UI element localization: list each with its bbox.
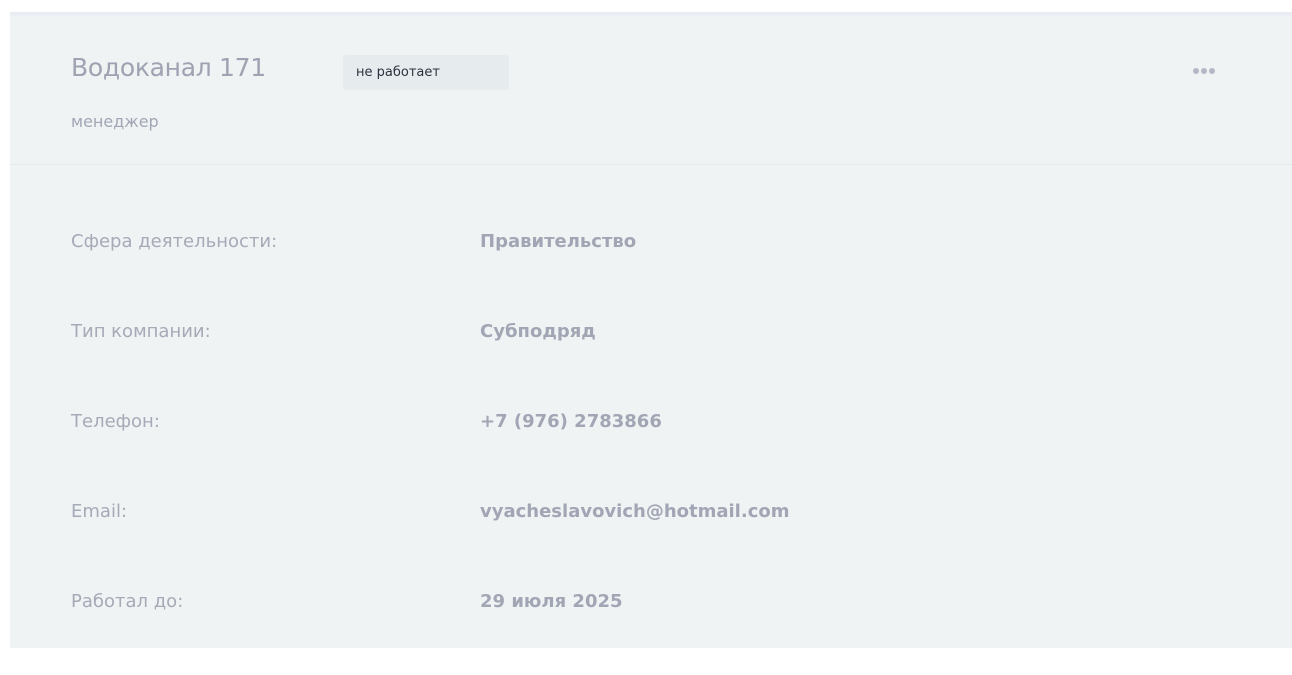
detail-value[interactable]: +7 (976) 2783866 [480,411,662,432]
detail-label: Сфера деятельности: [71,231,278,252]
detail-label: Работал до: [71,591,184,612]
detail-value[interactable]: vyacheslavovich@hotmail.com [480,501,789,522]
more-horizontal-icon-dot [1209,68,1215,74]
company-card: Водоканал 171 не работает менеджер Сфера… [10,17,1292,648]
detail-row-company-type: Тип компании: Субподряд [71,321,1171,351]
detail-row-phone: Телефон: +7 (976) 2783866 [71,411,1171,441]
detail-row-worked-until: Работал до: 29 июля 2025 [71,591,1171,621]
detail-row-sphere: Сфера деятельности: Правительство [71,231,1171,261]
detail-value: Субподряд [480,321,596,342]
more-horizontal-icon-dot [1201,68,1207,74]
company-role: менеджер [71,112,159,131]
card-header: Водоканал 171 не работает менеджер [10,17,1292,165]
detail-label: Email: [71,501,128,522]
detail-row-email: Email: vyacheslavovich@hotmail.com [71,501,1171,531]
more-horizontal-icon [1193,68,1199,74]
detail-value: Правительство [480,231,637,252]
detail-label: Телефон: [71,411,160,432]
detail-value: 29 июля 2025 [480,591,623,612]
company-title: Водоканал 171 [71,53,266,82]
more-options-button[interactable] [1184,61,1224,81]
detail-label: Тип компании: [71,321,211,342]
status-badge: не работает [343,55,509,90]
